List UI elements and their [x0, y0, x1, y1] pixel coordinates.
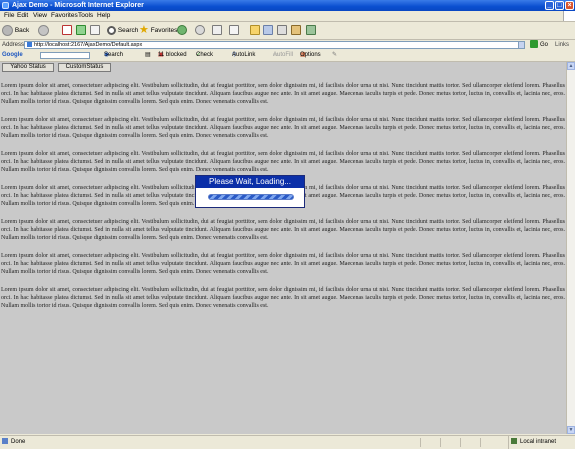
page-content: Yahoo Status CustomStatus Lorem ipsum do… — [0, 62, 566, 434]
lorem-paragraph: Lorem ipsum dolor sit amet, consectetuer… — [1, 151, 565, 173]
history-icon[interactable] — [195, 25, 205, 35]
status-bar: Done Local intranet — [0, 435, 575, 449]
address-label: Address — [2, 42, 25, 48]
lorem-paragraph: Lorem ipsum dolor sit amet, consectetuer… — [1, 253, 565, 275]
intranet-icon — [511, 438, 517, 445]
favorites-label: Favorites — [150, 27, 178, 35]
menu-file[interactable]: File — [4, 11, 14, 21]
messenger-icon[interactable] — [306, 25, 316, 35]
maximize-button[interactable]: □ — [555, 1, 564, 10]
vertical-scrollbar[interactable]: ▲ ▼ — [566, 62, 575, 434]
autolink-label: AutoLink — [232, 52, 256, 58]
mail-icon[interactable] — [212, 25, 222, 35]
star-icon: ★ — [139, 24, 149, 36]
security-zone: Local intranet — [508, 436, 556, 449]
go-label: Go — [540, 42, 549, 48]
lorem-paragraph: Lorem ipsum dolor sit amet, consectetuer… — [1, 83, 565, 105]
scroll-down-arrow-icon[interactable]: ▼ — [567, 426, 575, 434]
forward-arrow-icon — [38, 24, 49, 36]
research-icon[interactable] — [291, 25, 301, 35]
google-logo[interactable]: Google — [2, 50, 23, 61]
loading-title: Please Wait, Loading... — [196, 176, 304, 188]
search-button[interactable]: Search — [107, 24, 138, 37]
google-search-input[interactable] — [40, 52, 90, 59]
address-input[interactable]: http://localhost:2167/AjaxDemo/Default.a… — [24, 41, 525, 49]
stop-icon[interactable] — [62, 25, 72, 35]
status-divider — [460, 438, 461, 447]
status-text-wrap: Done — [2, 436, 25, 449]
page-icon — [27, 42, 32, 48]
browser-window: Ajax Demo - Microsoft Internet Explorer … — [0, 0, 575, 449]
blocked-label: 11 blocked — [158, 52, 187, 58]
window-title: Ajax Demo - Microsoft Internet Explorer — [12, 2, 144, 9]
go-arrow-icon — [530, 40, 538, 49]
home-icon[interactable] — [90, 25, 100, 35]
back-button[interactable]: Back — [2, 24, 29, 37]
ie-logo-icon — [2, 2, 9, 9]
media-icon[interactable] — [177, 25, 187, 35]
zone-label: Local intranet — [520, 439, 557, 445]
status-text: Done — [11, 439, 26, 445]
custom-status-button[interactable]: CustomStatus — [58, 63, 111, 72]
standard-toolbar: Back Search ★ Favorites — [0, 22, 575, 40]
title-bar: Ajax Demo - Microsoft Internet Explorer … — [0, 0, 575, 11]
loading-progress-bar — [208, 194, 294, 200]
lorem-paragraph: Lorem ipsum dolor sit amet, consectetuer… — [1, 287, 565, 309]
menu-help[interactable]: Help — [97, 11, 110, 21]
discuss-icon[interactable] — [277, 25, 287, 35]
menu-favorites[interactable]: Favorites — [51, 11, 78, 21]
magnifier-icon — [107, 25, 116, 35]
menu-view[interactable]: View — [33, 11, 47, 21]
back-label: Back — [14, 27, 30, 34]
loading-dialog: Please Wait, Loading... — [195, 175, 305, 208]
menu-bar: File Edit View Favorites Tools Help — [0, 11, 575, 22]
print-icon[interactable] — [229, 25, 239, 35]
scroll-up-arrow-icon[interactable]: ▲ — [567, 62, 575, 70]
windows-flag-icon — [563, 11, 575, 21]
edit-icon[interactable] — [263, 25, 273, 35]
close-button[interactable]: × — [565, 1, 574, 10]
yahoo-status-button[interactable]: Yahoo Status — [2, 63, 54, 72]
news-icon[interactable]: ▤ — [145, 50, 151, 61]
page-done-icon — [2, 438, 8, 445]
go-button[interactable]: Go — [530, 40, 548, 50]
lorem-paragraph: Lorem ipsum dolor sit amet, consectetuer… — [1, 219, 565, 241]
autofill-label: AutoFill — [273, 52, 294, 58]
options-label: Options — [300, 52, 321, 58]
google-toolbar: Google ◉ Search ▤ ▣ 11 blocked ✓ Check ⚲… — [0, 50, 575, 62]
folder-icon[interactable] — [250, 25, 260, 35]
menu-tools[interactable]: Tools — [78, 11, 93, 21]
refresh-icon[interactable] — [76, 25, 86, 35]
status-divider — [440, 438, 441, 447]
google-search-label: Search — [104, 52, 124, 58]
address-dropdown[interactable] — [518, 41, 525, 49]
address-url: http://localhost:2167/AjaxDemo/Default.a… — [34, 42, 143, 48]
status-divider — [420, 438, 421, 447]
lorem-paragraph: Lorem ipsum dolor sit amet, consectetuer… — [1, 117, 565, 139]
check-label: Check — [196, 52, 214, 58]
pencil-icon[interactable]: ✎ — [332, 50, 337, 61]
forward-button[interactable] — [38, 24, 49, 37]
status-divider — [480, 438, 481, 447]
favorites-button[interactable]: ★ Favorites — [139, 24, 177, 37]
menu-edit[interactable]: Edit — [17, 11, 28, 21]
minimize-button[interactable]: _ — [545, 1, 554, 10]
back-arrow-icon — [2, 24, 13, 36]
links-label[interactable]: Links — [555, 40, 569, 50]
search-label: Search — [117, 27, 139, 34]
